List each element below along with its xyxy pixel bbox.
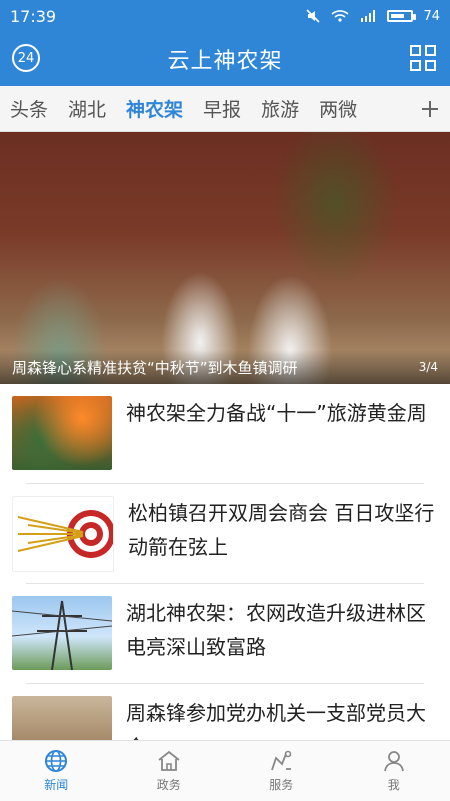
tab-lvyou[interactable]: 旅游 xyxy=(251,95,309,122)
power-line-image xyxy=(12,596,112,670)
nav-news[interactable]: 新闻 xyxy=(0,741,113,801)
nav-services-label: 服务 xyxy=(269,776,293,793)
status-time: 17:39 xyxy=(10,7,56,26)
tab-shennongjia[interactable]: 神农架 xyxy=(116,95,193,122)
battery-icon xyxy=(387,10,413,22)
news-thumbnail xyxy=(12,396,112,470)
carousel-counter: 3/4 xyxy=(419,360,438,374)
news-title: 神农架全力备战“十一”旅游黄金周 xyxy=(126,396,434,430)
nav-services[interactable]: 服务 xyxy=(225,741,338,801)
news-thumbnail xyxy=(12,596,112,670)
nav-news-label: 新闻 xyxy=(44,776,68,793)
status-icons: 74 xyxy=(305,8,440,24)
tab-liangwei[interactable]: 两微 xyxy=(309,95,367,122)
news-title: 湖北神农架：农网改造升级进林区 电亮深山致富路 xyxy=(126,596,434,664)
hero-caption: 周森锋心系精准扶贫“中秋节”到木鱼镇调研 xyxy=(0,350,450,384)
grid-menu-icon[interactable] xyxy=(410,45,436,71)
bottom-nav: 新闻 政务 服务 我 xyxy=(0,740,450,801)
government-icon xyxy=(157,749,181,773)
tab-hubei[interactable]: 湖北 xyxy=(58,95,116,122)
hero-carousel[interactable]: 周森锋心系精准扶贫“中秋节”到木鱼镇调研 3/4 xyxy=(0,132,450,384)
signal-icon xyxy=(359,9,377,23)
nav-government[interactable]: 政务 xyxy=(113,741,226,801)
mute-icon xyxy=(305,8,321,24)
profile-icon xyxy=(382,749,406,773)
app-title: 云上神农架 xyxy=(167,43,282,75)
target-arrows-image xyxy=(13,497,113,571)
news-thumbnail xyxy=(12,496,114,572)
news-list: 神农架全力备战“十一”旅游黄金周 松柏镇召开双周会商会 百日攻坚行动箭在弦上 湖… xyxy=(0,384,450,784)
nav-government-label: 政务 xyxy=(157,776,181,793)
globe-icon xyxy=(44,749,68,773)
weather-badge[interactable]: 24 xyxy=(12,44,40,72)
category-tabs: 头条 湖北 神农架 早报 旅游 两微 xyxy=(0,86,450,132)
news-title: 松柏镇召开双周会商会 百日攻坚行动箭在弦上 xyxy=(128,496,436,564)
nav-me-label: 我 xyxy=(388,776,400,793)
tab-toutiao[interactable]: 头条 xyxy=(0,95,58,122)
services-icon xyxy=(269,749,293,773)
status-bar: 17:39 74 xyxy=(0,0,450,32)
add-tab-button[interactable] xyxy=(410,86,450,132)
app-bar: 24 云上神农架 xyxy=(0,32,450,86)
plus-icon xyxy=(421,100,439,118)
news-item[interactable]: 松柏镇召开双周会商会 百日攻坚行动箭在弦上 xyxy=(0,484,450,584)
nav-me[interactable]: 我 xyxy=(338,741,450,801)
hero-image xyxy=(0,132,450,384)
tab-zaobao[interactable]: 早报 xyxy=(193,95,251,122)
news-item[interactable]: 神农架全力备战“十一”旅游黄金周 xyxy=(0,384,450,484)
wifi-icon xyxy=(331,9,349,23)
news-item[interactable]: 湖北神农架：农网改造升级进林区 电亮深山致富路 xyxy=(0,584,450,684)
battery-percent: 74 xyxy=(423,9,440,24)
